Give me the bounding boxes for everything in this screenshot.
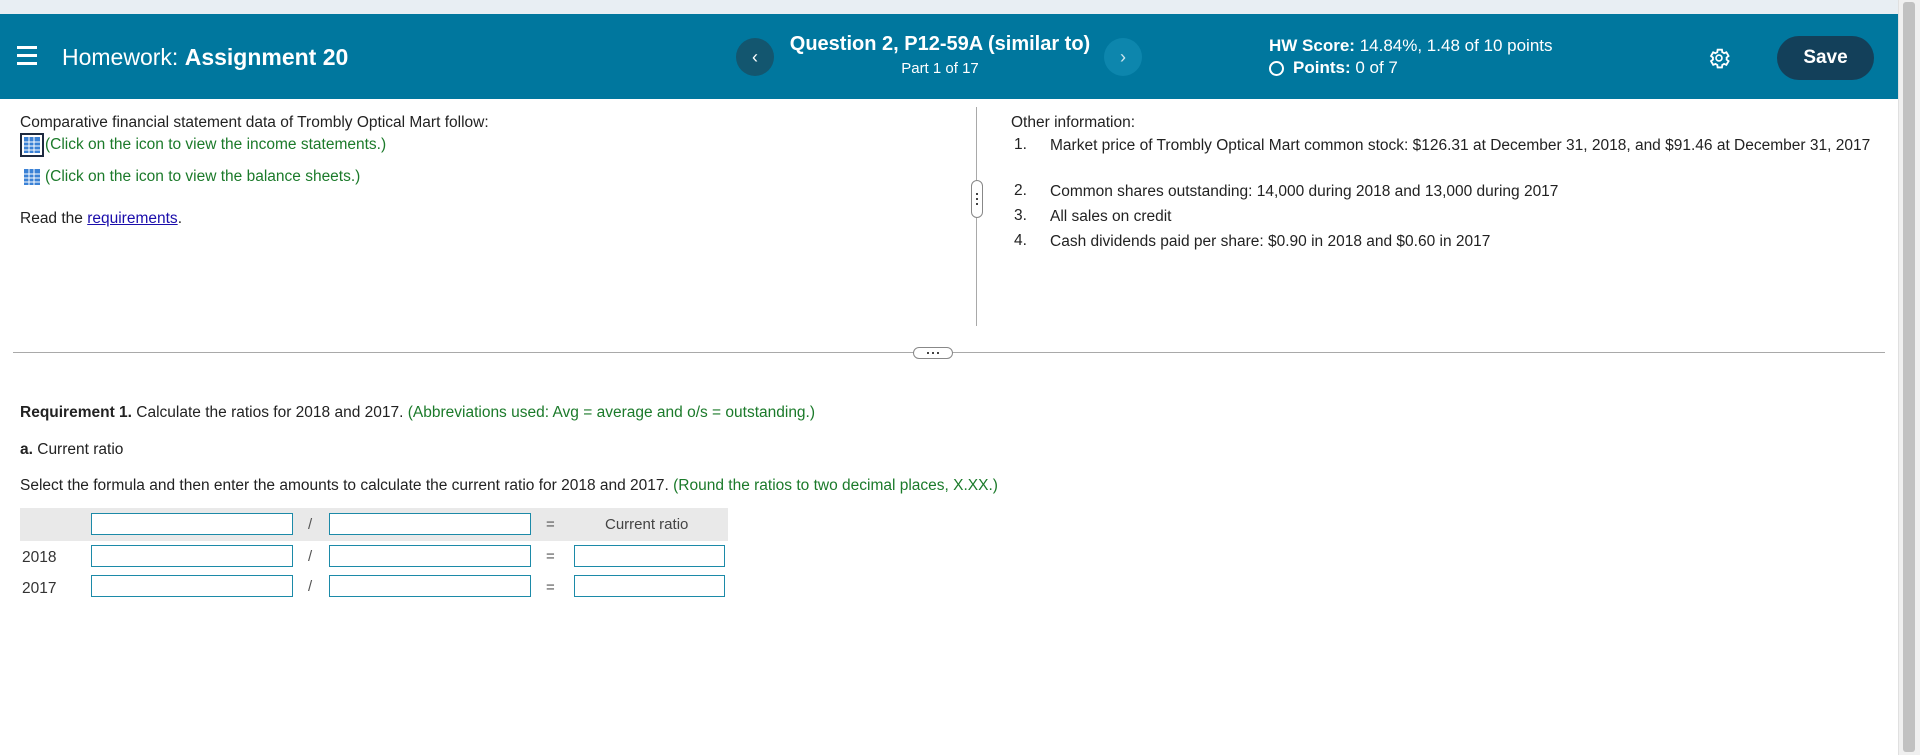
year-2017-label: 2017 xyxy=(22,580,57,597)
assignment-name: Assignment 20 xyxy=(184,44,349,70)
balance-sheets-text[interactable]: (Click on the icon to view the balance s… xyxy=(45,168,360,185)
round-note: (Round the ratios to two decimal places,… xyxy=(673,477,998,494)
read-prefix: Read the xyxy=(20,210,88,227)
year-2018-label: 2018 xyxy=(22,549,57,566)
divide-sign: / xyxy=(308,578,313,595)
current-ratio-header: Current ratio xyxy=(605,516,689,533)
browser-top-strip xyxy=(0,0,1898,14)
requirement-text: Calculate the ratios for 2018 and 2017. xyxy=(131,404,408,421)
income-statements-link[interactable]: (Click on the icon to view the income st… xyxy=(20,133,386,157)
homework-label: Homework: xyxy=(62,44,179,70)
save-button[interactable]: Save xyxy=(1777,36,1874,80)
other-info-heading: Other information: xyxy=(1011,114,1136,131)
vertical-splitter-handle[interactable] xyxy=(971,180,983,218)
homework-title: Homework: Assignment 20 xyxy=(62,44,348,71)
equals-sign: = xyxy=(546,516,555,533)
divide-sign: / xyxy=(308,516,313,533)
formula-denominator-select[interactable] xyxy=(329,513,531,535)
circle-icon xyxy=(1269,60,1284,76)
requirement-title: Requirement 1. xyxy=(20,404,132,421)
chevron-right-icon: › xyxy=(1120,46,1126,67)
points: Points: 0 of 7 xyxy=(1269,58,1398,78)
intro-text: Comparative financial statement data of … xyxy=(20,114,489,131)
instruction-line: Select the formula and then enter the am… xyxy=(20,477,998,495)
horizontal-splitter-handle[interactable] xyxy=(913,347,953,359)
current-ratio-table: / = Current ratio 2018 / = 2017 / = xyxy=(20,508,728,600)
menu-icon[interactable] xyxy=(17,46,37,66)
requirements-link[interactable]: requirements xyxy=(87,210,177,227)
hw-score-label: HW Score: xyxy=(1269,36,1355,55)
gear-icon[interactable] xyxy=(1706,45,1732,71)
denominator-2018-input[interactable] xyxy=(329,545,531,567)
divide-sign: / xyxy=(308,548,313,565)
chevron-left-icon: ‹ xyxy=(752,46,758,67)
income-statements-text[interactable]: (Click on the icon to view the income st… xyxy=(45,136,386,153)
numerator-2018-input[interactable] xyxy=(91,545,293,567)
balance-sheets-link[interactable]: (Click on the icon to view the balance s… xyxy=(23,168,360,186)
next-question-button[interactable]: › xyxy=(1104,38,1142,76)
ratio-2017-input[interactable] xyxy=(574,575,725,597)
hw-score: HW Score: 14.84%, 1.48 of 10 points xyxy=(1269,36,1553,56)
scrollbar-thumb[interactable] xyxy=(1903,2,1915,752)
page-scrollbar[interactable] xyxy=(1898,0,1920,755)
denominator-2017-input[interactable] xyxy=(329,575,531,597)
read-suffix: . xyxy=(177,210,182,227)
table-icon[interactable] xyxy=(20,133,44,157)
read-requirements: Read the requirements. xyxy=(20,210,182,228)
question-title: Question 2, P12-59A (similar to) xyxy=(789,33,1091,55)
equals-sign: = xyxy=(546,579,555,596)
points-value: 0 of 7 xyxy=(1355,58,1398,77)
points-label: Points: xyxy=(1293,58,1351,77)
question-part: Part 1 of 17 xyxy=(901,60,979,77)
requirement-line: Requirement 1. Calculate the ratios for … xyxy=(20,404,815,422)
ratio-2018-input[interactable] xyxy=(574,545,725,567)
formula-numerator-select[interactable] xyxy=(91,513,293,535)
table-icon[interactable] xyxy=(23,168,41,186)
previous-question-button[interactable]: ‹ xyxy=(736,38,774,76)
header-bar: Homework: Assignment 20 ‹ Question 2, P1… xyxy=(0,14,1898,99)
numerator-2017-input[interactable] xyxy=(91,575,293,597)
hw-score-value: 14.84%, 1.48 of 10 points xyxy=(1359,36,1553,55)
part-a-label: a. Current ratio xyxy=(20,441,124,458)
equals-sign: = xyxy=(546,548,555,565)
instruction-text: Select the formula and then enter the am… xyxy=(20,477,674,494)
abbreviation-note: (Abbreviations used: Avg = average and o… xyxy=(407,404,816,421)
